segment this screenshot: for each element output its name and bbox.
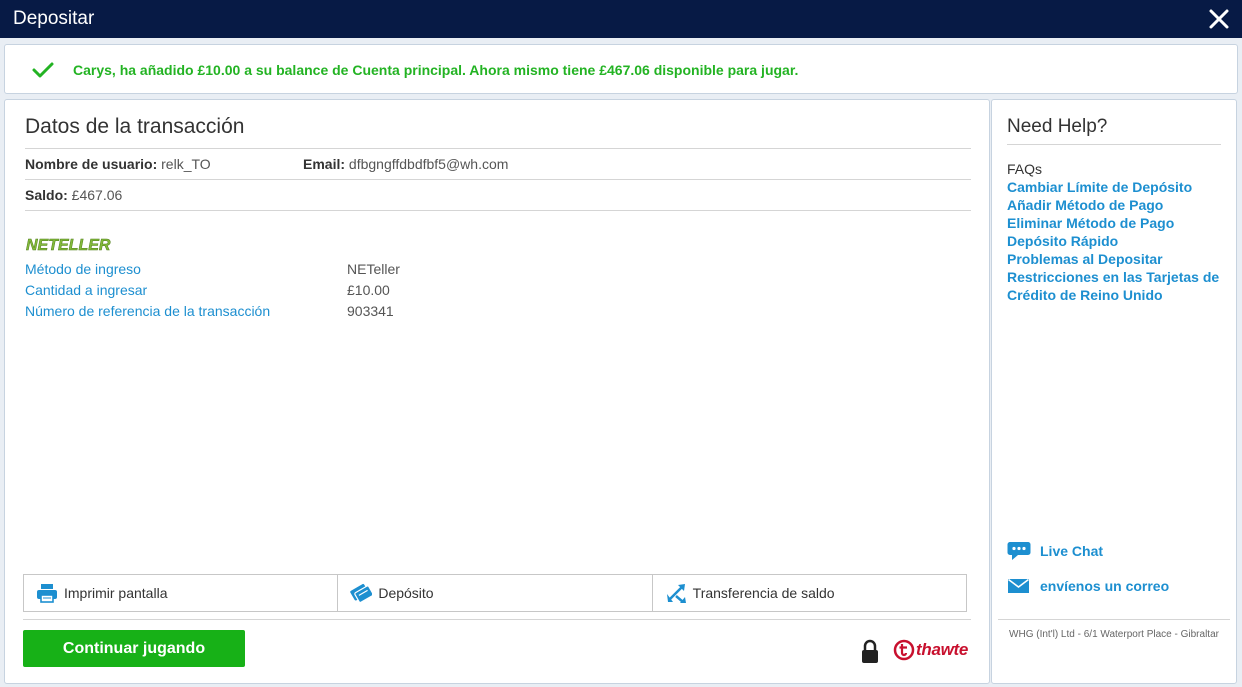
detail-value-reference: 903341 xyxy=(347,303,394,319)
neteller-logo-text: NETELLER xyxy=(26,237,111,254)
detail-value-amount: £10.00 xyxy=(347,282,390,298)
faq-link-uk-credit-card-restrictions[interactable]: Restricciones en las Tarjetas de Crédito… xyxy=(1007,268,1229,304)
thawte-label: thawte xyxy=(916,640,969,659)
faq-link-add-payment-method[interactable]: Añadir Método de Pago xyxy=(1007,196,1229,214)
transaction-heading: Datos de la transacción xyxy=(25,115,245,138)
deposit-icon xyxy=(350,583,373,603)
success-message: Carys, ha añadido £10.00 a su balance de… xyxy=(73,62,799,78)
divider xyxy=(25,179,971,180)
printer-icon xyxy=(37,584,57,603)
live-chat-label: Live Chat xyxy=(1040,543,1104,559)
thawte-mark-icon xyxy=(893,639,915,661)
username-row: Nombre de usuario: relk_TO xyxy=(25,156,211,172)
email-us-link[interactable]: envíenos un correo xyxy=(1007,576,1169,596)
transfer-icon xyxy=(666,584,686,603)
email-us-label: envíenos un correo xyxy=(1040,578,1170,594)
transaction-panel: Datos de la transacción Nombre de usuari… xyxy=(4,99,990,684)
checkmark-icon xyxy=(32,62,54,78)
balance-transfer-label: Transferencia de saldo xyxy=(692,585,835,601)
faq-link-quick-deposit[interactable]: Depósito Rápido xyxy=(1007,232,1229,250)
action-bar: Imprimir pantalla Depósito Transferencia… xyxy=(23,574,967,612)
username-value: relk_TO xyxy=(161,156,211,172)
faq-link-remove-payment-method[interactable]: Eliminar Método de Pago xyxy=(1007,214,1229,232)
deposit-button[interactable]: Depósito xyxy=(338,575,653,611)
envelope-icon xyxy=(1008,578,1029,593)
divider xyxy=(25,210,971,211)
divider xyxy=(998,619,1230,620)
print-screen-button[interactable]: Imprimir pantalla xyxy=(24,575,339,611)
chat-icon xyxy=(1007,542,1031,560)
email-value: dfbgngffdbdfbf5@wh.com xyxy=(348,156,509,172)
faq-links: Cambiar Límite de Depósito Añadir Método… xyxy=(1007,178,1229,304)
close-icon xyxy=(1209,9,1229,29)
email-row: Email: dfbgngffdbdfbf5@wh.com xyxy=(303,156,508,172)
help-sidebar: Need Help? FAQs Cambiar Límite de Depósi… xyxy=(991,99,1237,684)
balance-row: Saldo: £467.06 xyxy=(25,187,122,203)
faq-link-deposit-problems[interactable]: Problemas al Depositar xyxy=(1007,250,1229,268)
detail-label-reference: Número de referencia de la transacción xyxy=(25,303,271,319)
lock-icon xyxy=(862,639,878,663)
faq-link-change-deposit-limit[interactable]: Cambiar Límite de Depósito xyxy=(1007,178,1229,196)
window-titlebar: Depositar xyxy=(0,0,1242,38)
balance-transfer-button[interactable]: Transferencia de saldo xyxy=(653,575,966,611)
faqs-label: FAQs xyxy=(1007,161,1043,177)
success-banner: Carys, ha añadido £10.00 a su balance de… xyxy=(4,44,1238,94)
window-title: Depositar xyxy=(13,8,95,29)
thawte-seal: thawte xyxy=(893,639,968,661)
live-chat-link[interactable]: Live Chat xyxy=(1007,541,1103,561)
detail-label-method: Método de ingreso xyxy=(25,261,141,277)
continue-playing-button[interactable]: Continuar jugando xyxy=(23,630,245,667)
detail-label-amount: Cantidad a ingresar xyxy=(25,282,148,298)
username-label: Nombre de usuario: xyxy=(25,156,158,172)
email-label: Email: xyxy=(303,156,346,172)
divider xyxy=(25,148,971,149)
divider xyxy=(1007,144,1221,145)
close-button[interactable] xyxy=(1206,6,1232,32)
neteller-logo: NETELLER xyxy=(26,237,111,254)
deposit-label: Depósito xyxy=(378,585,434,601)
company-footer: WHG (Int'l) Ltd - 6/1 Waterport Place - … xyxy=(1009,629,1219,640)
balance-value: £467.06 xyxy=(71,187,123,203)
print-screen-label: Imprimir pantalla xyxy=(64,585,168,601)
divider xyxy=(23,619,971,620)
help-title: Need Help? xyxy=(1007,116,1108,137)
balance-label: Saldo: xyxy=(25,187,68,203)
detail-value-method: NETeller xyxy=(347,261,400,277)
